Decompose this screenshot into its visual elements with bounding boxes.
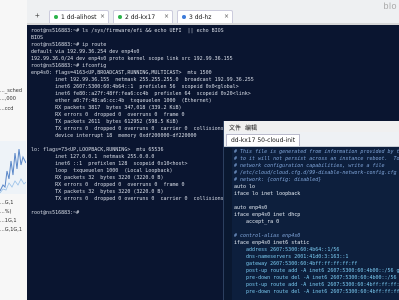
terminal-line: TX errors 0 dropped 0 overruns 0 carrier… xyxy=(31,196,230,202)
close-icon[interactable]: × xyxy=(100,13,105,20)
terminal-line: default via 192.99.36.254 dev enp4s0 xyxy=(31,49,140,55)
terminal-line: root@ns516883:~# xyxy=(31,210,80,216)
terminal-line: BIOS xyxy=(31,35,44,41)
editor-menubar: 文件 编辑 xyxy=(224,121,399,132)
code-line: iface lo inet loopback xyxy=(234,191,301,197)
terminal-line: enp4s0: flags=4163<UP,BROADCAST,RUNNING,… xyxy=(31,70,212,76)
sidebar-item[interactable]: ..._sched xyxy=(0,88,22,94)
code-line: address 2607:5300:60:4b64::1/56 xyxy=(234,247,340,253)
terminal-line: TX packets 2611 bytes 612952 (598.5 KiB) xyxy=(31,119,179,125)
code-line: iface enp4s0 inet6 static xyxy=(234,240,310,246)
tab-dd-hz[interactable]: 3 dd-hz × xyxy=(177,10,233,23)
code-line: # This file is generated from informatio… xyxy=(234,149,399,155)
status-dot-icon xyxy=(54,15,58,19)
code-line: auto enp4s0 xyxy=(234,205,268,211)
tab-label: 1 dd-alihost xyxy=(61,13,97,21)
code-line: post-up route add -A inet6 2607:5300:60:… xyxy=(246,282,399,288)
plus-icon[interactable]: + xyxy=(35,11,40,20)
terminal-line: root@ns516883:~# ifconfig xyxy=(31,63,107,69)
sidebar-item[interactable]: ...%) xyxy=(0,209,11,215)
status-dot-icon xyxy=(118,15,122,19)
sidebar-item[interactable]: ...1G,1 xyxy=(0,218,17,224)
code-line: pre-down route del -A inet6 2607:5300:60… xyxy=(246,275,397,281)
sidebar-item[interactable]: ...ccd xyxy=(0,106,13,112)
code-line: auto lo xyxy=(234,184,256,190)
terminal-line: TX errors 0 dropped 0 overruns 0 carrier… xyxy=(31,126,230,132)
terminal-line: 192.99.36.0/24 dev enp4s0 proto kernel s… xyxy=(31,56,233,62)
code-line: pre-down route del -A inet6 2607:5300:60… xyxy=(246,289,399,295)
tab-bar: + 1 dd-alihost × 2 dd-kx17 × 3 dd-hz × b… xyxy=(27,0,399,25)
sidebar-item[interactable]: ...G,1 xyxy=(0,200,13,206)
terminal-line: inet6 2607:5300:60:4b64::1 prefixlen 56 … xyxy=(31,84,239,90)
terminal-line: loop txqueuelen 1000 (Local Loopback) xyxy=(31,168,173,174)
tab-dd-alihost[interactable]: 1 dd-alihost × xyxy=(49,10,109,23)
terminal-line: inet6 ::1 prefixlen 128 scopeid 0x10<hos… xyxy=(31,161,188,167)
editor-body[interactable]: # This file is generated from informatio… xyxy=(224,148,399,300)
code-line: iface enp4s0 inet dhcp xyxy=(234,212,301,218)
terminal-line: RX errors 0 dropped 0 overruns 0 frame 0 xyxy=(31,112,185,118)
code-line: # to it will not persist across an insta… xyxy=(234,156,399,162)
tab-label: 3 dd-hz xyxy=(189,13,212,21)
line-gutter xyxy=(224,148,232,300)
terminal-line: ether a0:7f:48:a6:cc:4b txqueuelen 1000 … xyxy=(31,98,212,104)
tab-dd-kx17[interactable]: 2 dd-kx17 × xyxy=(113,10,173,23)
terminal-line: inet 127.0.0.1 netmask 255.0.0.0 xyxy=(31,154,155,160)
activity-graph xyxy=(0,141,26,194)
code-line: # control-alias enp4s0 xyxy=(234,233,301,239)
sidebar-item[interactable]: ...G,1G,1 xyxy=(0,227,22,233)
terminal-line: RX errors 0 dropped 0 overruns 0 frame 0 xyxy=(31,182,185,188)
code-line: accept_ra 0 xyxy=(234,219,280,225)
terminal-line: root@ns516883:~# ip route xyxy=(31,42,107,48)
terminal-line: lo: flags=73<UP,LOOPBACK,RUNNING> mtu 65… xyxy=(31,147,164,153)
terminal-line: TX packets 32 bytes 3220 (3220.0 B) xyxy=(31,189,164,195)
brand-text: blo xyxy=(383,1,397,11)
terminal-line: root@ns516883:~# ls /sys/firmware/efi &&… xyxy=(31,28,224,34)
status-dot-icon xyxy=(182,15,186,19)
editor-tabbar: dd-kx17 50-cloud-init xyxy=(224,132,399,147)
menu-file[interactable]: 文件 xyxy=(229,123,241,132)
code-line: # network configuration capabilities, wr… xyxy=(234,163,385,169)
code-line: # /etc/cloud/cloud.cfg.d/99-disable-netw… xyxy=(234,170,397,176)
tab-label: 2 dd-kx17 xyxy=(125,13,156,21)
code-line: post-up route add -A inet6 2607:5300:60:… xyxy=(246,268,399,274)
menu-edit[interactable]: 编辑 xyxy=(245,123,257,132)
editor-tab[interactable]: dd-kx17 50-cloud-init xyxy=(226,134,301,146)
terminal-line: RX packets 3817 bytes 347,018 (339.2 KiB… xyxy=(31,105,182,111)
terminal-line: device interrupt 18 memory 0xdf200000-df… xyxy=(31,133,197,139)
code-line: dns-nameservers 2001:41d0:3:163::1 xyxy=(234,254,349,260)
left-sidebar: ..._sched ...,000 ...ccd ...G,1 ...%) ..… xyxy=(0,0,28,300)
sidebar-item[interactable]: ...,000 xyxy=(0,96,16,102)
terminal-line: RX packets 32 bytes 3220 (3220.0 B) xyxy=(31,175,164,181)
terminal-line: inet6 fe80::a27f:48ff:fea6:cc4b prefixle… xyxy=(31,91,251,97)
close-icon[interactable]: × xyxy=(164,13,169,20)
close-icon[interactable]: × xyxy=(224,13,229,20)
code-line: # network: {config: disabled} xyxy=(234,177,322,183)
editor-panel: 文件 编辑 dd-kx17 50-cloud-init # This file … xyxy=(223,121,399,300)
code-line: gateway 2607:5300:60:4bff:ff:ff:ff:ff xyxy=(234,261,358,267)
terminal-line: inet 192.99.36.155 netmask 255.255.255.0… xyxy=(31,77,254,83)
